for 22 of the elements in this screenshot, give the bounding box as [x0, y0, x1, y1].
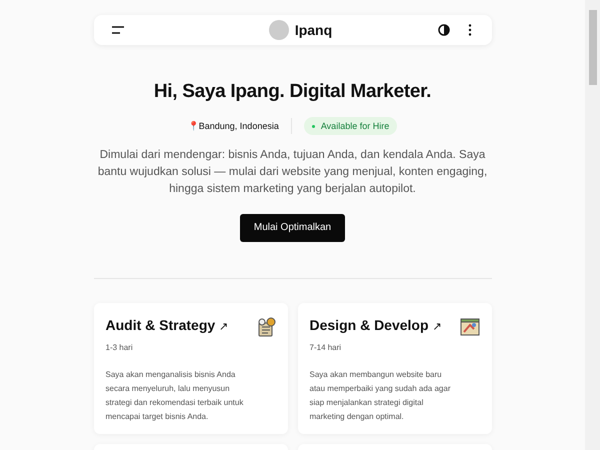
- hero-description: Dimulai dari mendengar: bisnis Anda, tujuan Anda, dan kendala Anda. Saya bantu wujudkan solusi — mulai dari website yang menjual, konten engaging, hingga sistem marketing yang berjalan autopilot.: [96, 148, 488, 197]
- service-card[interactable]: Design & Develop ↗ 7-14 hari Saya akan membangun website baru atau memperbaiki yang sudah ada agar siap menjalankan strategi digital marketing dengan optimal.: [298, 303, 492, 434]
- more-icon[interactable]: [468, 24, 472, 36]
- gear-document-icon: [256, 317, 276, 337]
- status-dot: [312, 124, 315, 128]
- availability-text: Available for Hire: [320, 121, 390, 131]
- service-card[interactable]: Audit & Strategy ↗ 1-3 hari Saya akan menganalisis bisnis Anda secara menyeluruh, lalu menyusun strategi dan rekomendasi terbaik untuk mencapai target bisnis Anda.: [94, 303, 288, 434]
- service-title: Design & Develop ↗: [310, 317, 442, 333]
- web-design-icon: [460, 317, 480, 337]
- location: 📍Bandung, Indonesia: [188, 121, 279, 131]
- service-title: Audit & Strategy ↗: [106, 317, 228, 333]
- service-duration: 1-3 hari: [106, 343, 134, 352]
- service-duration: 7-14 hari: [310, 343, 342, 352]
- contrast-icon[interactable]: [438, 24, 450, 36]
- service-description: Saya akan membangun website baru atau memperbaiki yang sudah ada agar siap menjalankan strategi digital marketing dengan optimal.: [310, 369, 452, 423]
- avatar: [268, 20, 289, 40]
- hero-title: Hi, Saya Ipang. Digital Marketer.: [154, 81, 432, 103]
- brand-name[interactable]: Ipanq: [294, 22, 332, 38]
- scrollbar[interactable]: [585, 0, 600, 450]
- service-description: Saya akan menganalisis bisnis Anda secara menyeluruh, lalu menyusun strategi dan rekomendasi terbaik untuk mencapai target bisnis Anda.: [106, 369, 244, 423]
- menu-icon[interactable]: [112, 26, 124, 34]
- cta-button[interactable]: Mulai Optimalkan: [240, 214, 346, 242]
